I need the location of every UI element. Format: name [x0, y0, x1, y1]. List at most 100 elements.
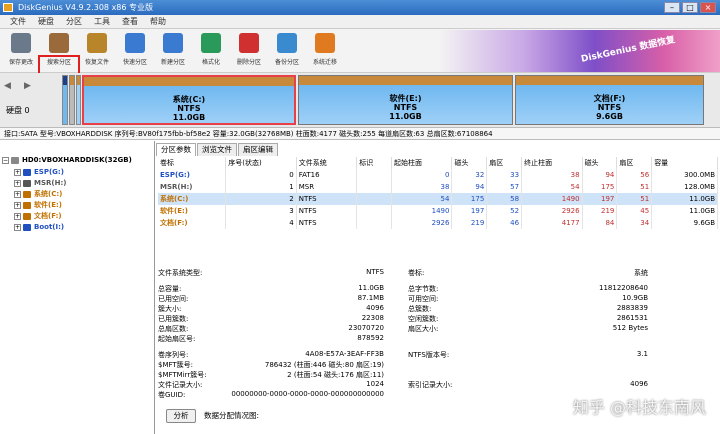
menu-file[interactable]: 文件	[4, 15, 32, 28]
table-cell: NTFS	[296, 193, 358, 205]
table-cell: 33	[486, 169, 523, 181]
table-row[interactable]: ESP(G:) 0 FAT16 0 32 33 38 94 56 300.0MB	[158, 169, 718, 181]
tab-partition-params[interactable]: 分区参数	[156, 143, 196, 156]
minimize-button[interactable]: –	[664, 2, 680, 13]
table-row[interactable]: 软件(E:) 3 NTFS 1490 197 52 2926 219 45 11.0GB	[158, 205, 718, 217]
table-cell: 11.0GB	[651, 193, 718, 205]
esp-strip[interactable]	[62, 75, 68, 125]
table-cell: 300.0MB	[651, 169, 718, 181]
toolbar-button[interactable]: 备份分区	[268, 29, 306, 73]
partition-icon	[23, 224, 31, 231]
partition-size: 11.0GB	[172, 113, 206, 122]
table-row[interactable]: 文档(F:) 4 NTFS 2926 219 46 4177 84 34 9.6GB	[158, 217, 718, 229]
menu-help[interactable]: 帮助	[144, 15, 172, 28]
tree-item[interactable]: + 软件(E:)	[14, 200, 62, 211]
table-cell: 56	[616, 169, 653, 181]
table-cell: NTFS	[296, 205, 358, 217]
toolbar-button[interactable]: 新建分区	[154, 29, 192, 73]
tab-browse-files[interactable]: 浏览文件	[197, 143, 237, 156]
toolbar-button[interactable]: 保存更改	[2, 29, 40, 73]
table-cell: 4	[225, 217, 297, 229]
expand-icon[interactable]: +	[14, 224, 21, 231]
table-cell: 94	[451, 181, 488, 193]
disk-map: ◀ ▶ 硬盘 0 系统(C:) NTFS 11.0GB 软件(E:) NTFS …	[0, 73, 720, 127]
toolbar-button[interactable]: 格式化	[192, 29, 230, 73]
toolbar-button[interactable]: 删除分区	[230, 29, 268, 73]
toolbar-button[interactable]: 系统迁移	[306, 29, 344, 73]
row-label: 软件(E:)	[158, 205, 227, 217]
table-cell: 175	[451, 193, 488, 205]
detail-value: 87.1MB	[357, 294, 384, 302]
maximize-button[interactable]: □	[682, 2, 698, 13]
table-row[interactable]: MSR(H:) 1 MSR 38 94 57 54 175 51 128.0MB	[158, 181, 718, 193]
tree-item[interactable]: + ESP(G:)	[14, 167, 64, 178]
partition-block-f[interactable]: 文档(F:) NTFS 9.6GB	[515, 75, 704, 125]
column-header[interactable]: 终止柱面	[521, 157, 583, 169]
tree-item[interactable]: + 文档(F:)	[14, 211, 62, 222]
detail-value: 系统	[634, 269, 648, 277]
tab-sector-editor[interactable]: 扇区编辑	[238, 143, 278, 156]
table-cell: 0	[391, 169, 453, 181]
expand-icon[interactable]: +	[14, 180, 21, 187]
close-button[interactable]: ×	[700, 2, 716, 13]
detail-value: 1024	[366, 380, 384, 388]
partition-name: 系统(C:)	[172, 95, 206, 104]
row-label: 系统(C:)	[158, 193, 227, 205]
table-row[interactable]: 系统(C:) 2 NTFS 54 175 58 1490 197 51 11.0GB	[158, 193, 718, 205]
partition-block-e[interactable]: 软件(E:) NTFS 11.0GB	[298, 75, 513, 125]
column-header[interactable]: 扇区	[486, 157, 523, 169]
boot-strip[interactable]	[76, 75, 81, 125]
toolbar-button[interactable]: 恢复文件	[78, 29, 116, 73]
column-header[interactable]: 卷标	[158, 157, 227, 169]
expand-icon[interactable]: +	[14, 169, 21, 176]
menu-tools[interactable]: 工具	[88, 15, 116, 28]
menu-disk[interactable]: 硬盘	[32, 15, 60, 28]
collapse-icon[interactable]: −	[2, 157, 9, 164]
column-header[interactable]: 序号(状态)	[225, 157, 297, 169]
table-cell: 175	[582, 181, 618, 193]
detail-label: 总簇数:	[408, 305, 432, 313]
tree-item[interactable]: + 系统(C:)	[14, 189, 62, 200]
analyze-button[interactable]: 分析	[166, 409, 196, 423]
next-disk-icon[interactable]: ▶	[24, 81, 31, 91]
column-header[interactable]: 标识	[356, 157, 392, 169]
prev-disk-icon[interactable]: ◀	[4, 81, 11, 91]
toolbar-label: 快速分区	[122, 59, 147, 66]
expand-icon[interactable]: +	[14, 202, 21, 209]
toolbar-icon	[125, 33, 145, 53]
disk-nav: ◀ ▶ 硬盘 0	[2, 75, 60, 125]
detail-label: 索引记录大小:	[408, 381, 453, 389]
detail-value: 10.9GB	[622, 294, 648, 302]
detail-value: 878592	[357, 334, 384, 342]
detail-label: 簇大小:	[158, 305, 182, 313]
tree-item[interactable]: + Boot(I:)	[14, 222, 64, 233]
tree-item[interactable]: + MSR(H:)	[14, 178, 66, 189]
toolbar-label: 新建分区	[160, 59, 185, 66]
column-header[interactable]: 磁头	[451, 157, 488, 169]
table-cell: 1	[225, 181, 297, 193]
table-cell: 52	[486, 205, 523, 217]
toolbar-icon	[163, 33, 183, 53]
column-header[interactable]: 文件系统	[296, 157, 358, 169]
table-cell: 197	[582, 193, 618, 205]
menu-view[interactable]: 查看	[116, 15, 144, 28]
expand-icon[interactable]: +	[14, 191, 21, 198]
toolbar-label: 删除分区	[236, 59, 261, 66]
detail-label: 卷GUID:	[158, 391, 186, 399]
expand-icon[interactable]: +	[14, 213, 21, 220]
tree-disk[interactable]: − HD0:VBOXHARDDISK(32GB)	[2, 155, 132, 166]
ad-banner[interactable]: DiskGenius 数据恢复	[440, 30, 720, 72]
table-cell: 4177	[521, 217, 583, 229]
msr-strip[interactable]	[69, 75, 75, 125]
column-header[interactable]: 扇区	[616, 157, 653, 169]
partition-block-c[interactable]: 系统(C:) NTFS 11.0GB	[82, 75, 296, 125]
menu-partition[interactable]: 分区	[60, 15, 88, 28]
table-cell: 2	[225, 193, 297, 205]
column-header[interactable]: 磁头	[582, 157, 618, 169]
partition-icon	[23, 191, 31, 198]
partition-icon	[23, 180, 31, 187]
detail-label: 已用空间:	[158, 295, 189, 303]
column-header[interactable]: 容量	[651, 157, 718, 169]
column-header[interactable]: 起始柱面	[391, 157, 453, 169]
toolbar-button[interactable]: 快速分区	[116, 29, 154, 73]
